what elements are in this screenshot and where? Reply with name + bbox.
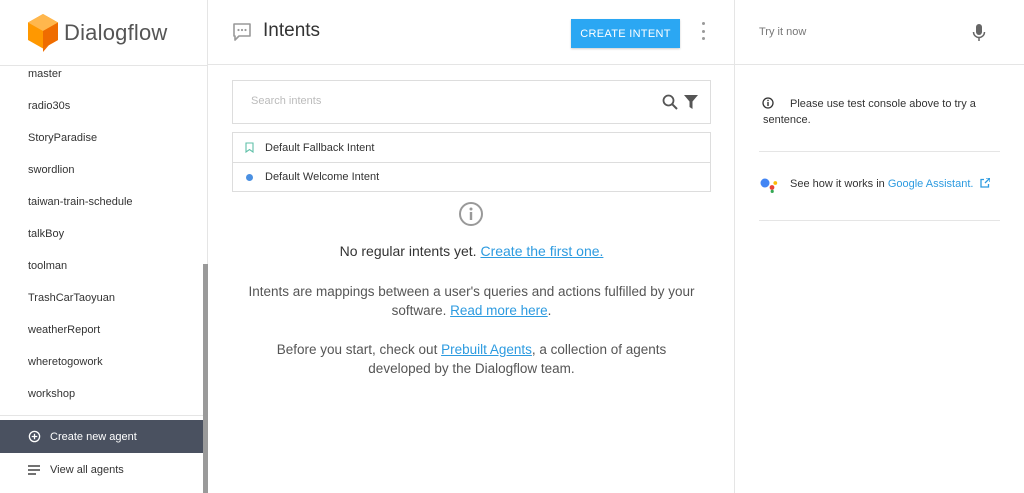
microphone-icon[interactable]: [972, 24, 986, 42]
view-all-agents-label: View all agents: [50, 463, 124, 476]
read-more-link[interactable]: Read more here: [450, 303, 548, 318]
intent-dot-icon: [245, 173, 253, 181]
empty-state-message: No regular intents yet. Create the first…: [208, 243, 735, 259]
intent-list: Default Fallback Intent Default Welcome …: [232, 132, 711, 192]
brand-name: Dialogflow: [64, 19, 168, 45]
google-assistant-promo: See how it works in Google Assistant.: [759, 153, 1000, 221]
test-console-panel: Try it now Please use test console above…: [735, 0, 1024, 493]
sidebar-agent-item[interactable]: master: [0, 58, 204, 90]
google-assistant-label: See how it works in: [790, 178, 885, 190]
intents-header: Intents CREATE INTENT: [208, 0, 734, 65]
create-new-agent-button[interactable]: Create new agent: [0, 420, 204, 453]
add-circle-icon: [27, 430, 41, 444]
console-hint-text: Please use test console above to try a s…: [763, 98, 976, 126]
sidebar-agent-item[interactable]: workshop: [0, 378, 204, 410]
create-intent-button[interactable]: CREATE INTENT: [571, 19, 680, 48]
agent-list: master radio30s StoryParadise swordlion taiw…: [0, 58, 204, 410]
intent-name: Default Welcome Intent: [265, 171, 380, 183]
search-icon[interactable]: [662, 94, 678, 110]
sidebar-agent-item[interactable]: talkBoy: [0, 218, 204, 250]
intents-description: Intents are mappings between a user's qu…: [248, 282, 695, 320]
bookmark-icon: [244, 142, 254, 153]
filter-icon[interactable]: [684, 95, 698, 109]
try-it-now-input[interactable]: Try it now: [735, 0, 1024, 65]
create-first-intent-link[interactable]: Create the first one.: [480, 243, 603, 259]
list-icon: [27, 463, 41, 477]
google-assistant-icon: [760, 178, 778, 193]
google-assistant-text: See how it works in Google Assistant.: [790, 178, 990, 190]
info-icon: [459, 202, 483, 226]
page-title: Intents: [263, 20, 321, 41]
create-new-agent-label: Create new agent: [50, 430, 137, 443]
intent-row-default-fallback[interactable]: Default Fallback Intent: [233, 133, 710, 162]
description-end: .: [547, 303, 552, 318]
intents-panel: Intents CREATE INTENT Default Fallback I…: [208, 0, 735, 493]
sidebar-divider: [0, 415, 204, 416]
sidebar-agent-item[interactable]: toolman: [0, 250, 204, 282]
sidebar-agent-item[interactable]: swordlion: [0, 154, 204, 186]
chat-bubble-icon: [233, 23, 251, 41]
search-input[interactable]: [251, 95, 631, 107]
dialogflow-logo-icon: [28, 13, 58, 52]
empty-state-text: No regular intents yet.: [339, 243, 477, 259]
sidebar-agent-item[interactable]: wheretogowork: [0, 346, 204, 378]
console-hint: Please use test console above to try a s…: [759, 88, 1000, 152]
sidebar-agent-item[interactable]: TrashCarTaoyuan: [0, 282, 204, 314]
intent-name: Default Fallback Intent: [265, 141, 375, 154]
sidebar-agent-item[interactable]: weatherReport: [0, 314, 204, 346]
sidebar-agent-item[interactable]: taiwan-train-schedule: [0, 186, 204, 218]
external-link-icon[interactable]: [979, 178, 990, 188]
sidebar: Dialogflow master radio30s StoryParadise sw…: [0, 0, 208, 493]
sidebar-agent-item[interactable]: StoryParadise: [0, 122, 204, 154]
search-box: [232, 80, 711, 124]
prebuilt-text: Before you start, check out: [276, 342, 438, 357]
intent-row-default-welcome[interactable]: Default Welcome Intent: [233, 162, 710, 191]
brand-logo[interactable]: Dialogflow: [0, 0, 207, 66]
google-assistant-link[interactable]: Google Assistant.: [888, 178, 974, 190]
more-options-icon[interactable]: [699, 22, 707, 40]
view-all-agents-button[interactable]: View all agents: [0, 453, 204, 486]
prebuilt-agents-description: Before you start, check out Prebuilt Age…: [248, 340, 695, 378]
prebuilt-agents-link[interactable]: Prebuilt Agents: [441, 342, 532, 357]
try-it-now-label: Try it now: [759, 26, 807, 38]
sidebar-agent-item[interactable]: radio30s: [0, 90, 204, 122]
